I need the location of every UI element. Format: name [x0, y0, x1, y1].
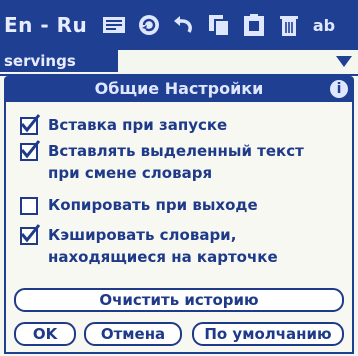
info-icon[interactable]: i: [330, 80, 348, 98]
undo-icon[interactable]: [170, 11, 198, 39]
toolbar: ab: [100, 6, 354, 44]
settings-dialog: Вставка при запуске Вставлять выделенный…: [4, 102, 354, 354]
option-cache-dictionaries[interactable]: Кэшировать словари, находящиеся на карто…: [20, 224, 278, 268]
option-label-line2: при смене словаря: [48, 164, 213, 182]
dialog-title-bar: Общие Настройки i: [4, 76, 354, 102]
dictionary-icon[interactable]: [100, 11, 128, 39]
abc-icon[interactable]: ab: [310, 11, 338, 39]
ok-button[interactable]: OK: [14, 322, 76, 346]
cancel-button[interactable]: Отмена: [84, 322, 182, 346]
refresh-icon[interactable]: [135, 11, 163, 39]
option-label: Вставлять выделенный текст: [48, 142, 304, 160]
option-insert-on-startup[interactable]: Вставка при запуске: [20, 114, 227, 136]
checkbox-cache-dictionaries[interactable]: [20, 224, 41, 245]
checkmark-icon: [20, 140, 41, 159]
paste-icon[interactable]: [240, 11, 268, 39]
app-title[interactable]: En - Ru: [4, 6, 87, 44]
checkbox-copy-on-exit[interactable]: [20, 197, 38, 215]
default-button[interactable]: По умолчанию: [192, 322, 344, 346]
title-bar: En - Ru ab: [0, 0, 358, 50]
option-copy-on-exit[interactable]: Копировать при выходе: [20, 194, 258, 216]
dialog-title: Общие Настройки: [94, 79, 264, 98]
delete-icon[interactable]: [275, 11, 303, 39]
checkmark-icon: [20, 224, 41, 243]
word-select-row: servings: [0, 50, 358, 76]
checkbox-insert-on-startup[interactable]: [20, 114, 41, 135]
copy-icon[interactable]: [205, 11, 233, 39]
checkmark-icon: [20, 114, 41, 133]
option-label: Копировать при выходе: [48, 196, 258, 214]
option-label-line2: находящиеся на карточке: [48, 248, 278, 266]
chevron-down-icon[interactable]: [336, 54, 352, 68]
checkbox-insert-selected-text[interactable]: [20, 140, 41, 161]
option-label: Вставка при запуске: [48, 116, 228, 134]
word-select[interactable]: servings: [0, 50, 118, 72]
clear-history-button[interactable]: Очистить историю: [14, 288, 344, 312]
option-label: Кэшировать словари,: [48, 226, 237, 244]
option-insert-selected-text[interactable]: Вставлять выделенный текст при смене сло…: [20, 140, 304, 184]
